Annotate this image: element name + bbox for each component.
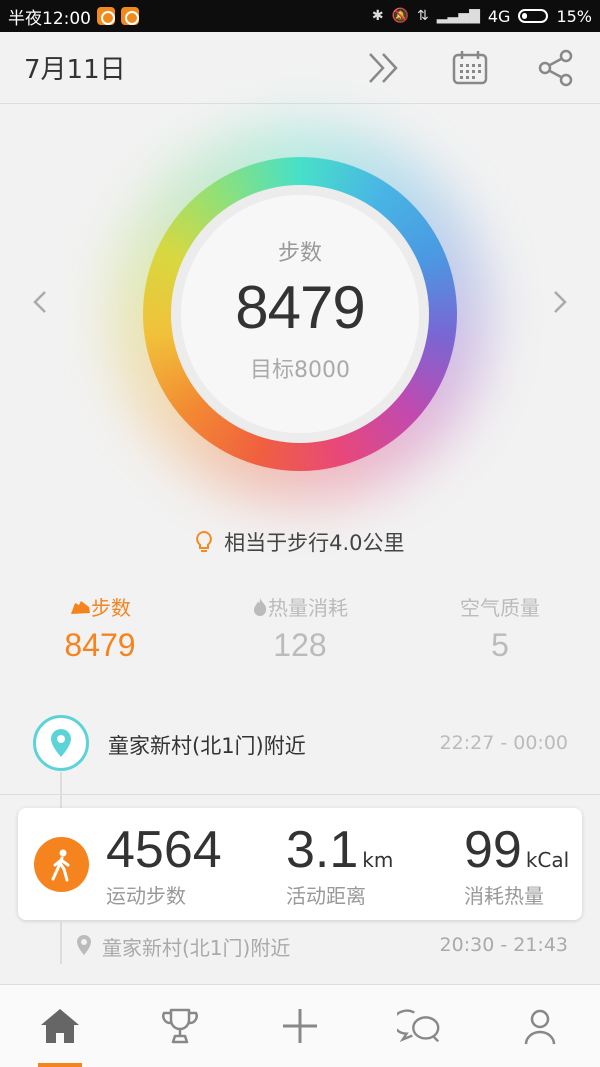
stat-air-label: 空气质量 [460, 596, 540, 620]
bluetooth-icon: ✱ [371, 8, 384, 24]
battery-icon [518, 9, 549, 23]
metric-steps-label: 运动步数 [106, 884, 186, 908]
signal-icon: ▂▃▅▇ [436, 8, 480, 24]
chat-icon[interactable] [397, 1003, 443, 1049]
divider [0, 794, 600, 795]
chevron-right-icon[interactable] [548, 282, 572, 322]
data-transfer-icon: ⇅ [417, 8, 429, 24]
stat-calories-label: 热量消耗 [268, 596, 348, 620]
battery-percent: 15% [556, 6, 592, 26]
stat-air-quality[interactable]: 空气质量 5 [440, 592, 560, 664]
share-icon[interactable] [536, 48, 576, 88]
lightbulb-icon [195, 530, 220, 555]
chevron-left-icon[interactable] [28, 282, 52, 322]
plus-icon[interactable] [277, 1003, 323, 1049]
flame-icon [254, 598, 267, 616]
mute-icon: 🔕 [391, 8, 410, 24]
status-bar-left: 半夜12:00 [8, 4, 139, 29]
step-ring-area: 步数 8479 目标8000 [0, 104, 600, 524]
location-pin-icon [33, 715, 89, 771]
home-icon[interactable] [37, 1003, 83, 1049]
metric-calories-label: 消耗热量 [464, 884, 544, 908]
ring-goal: 目标8000 [250, 358, 350, 383]
distance-tip: 相当于步行4.0公里 [0, 527, 600, 557]
location-2-time: 20:30 - 21:43 [439, 934, 568, 956]
notification-alarm-icon [121, 7, 139, 25]
network-type: 4G [487, 6, 511, 26]
shoe-icon [71, 601, 90, 614]
ring-label: 步数 [277, 241, 322, 266]
notification-app-icon [97, 7, 115, 25]
ring-center[interactable]: 步数 8479 目标8000 [181, 195, 419, 433]
metric-distance-unit: km [362, 848, 394, 872]
stat-air-value: 5 [491, 627, 509, 663]
status-bar-right: ✱ 🔕 ⇅ ▂▃▅▇ 4G 15% [372, 7, 592, 26]
timeline-location-1[interactable]: 童家新村(北1门)附近 22:27 - 00:00 [0, 712, 600, 774]
calendar-icon[interactable] [450, 48, 490, 88]
timeline-location-2[interactable]: 童家新村(北1门)附近 20:30 - 21:43 [0, 928, 600, 964]
metric-steps-value: 4564 [106, 821, 222, 879]
top-toolbar: 7月11日 [0, 32, 600, 104]
metric-calories: 99 kCal 消耗热量 [464, 822, 569, 909]
timeline-connector [60, 772, 62, 808]
metric-steps: 4564 运动步数 [106, 822, 222, 909]
double-chevron-right-icon[interactable] [364, 48, 404, 88]
small-location-pin-icon [76, 934, 92, 960]
metric-distance-value: 3.1 [286, 821, 359, 879]
stat-steps-value: 8479 [64, 627, 136, 663]
profile-icon[interactable] [517, 1003, 563, 1049]
stats-row: 步数 8479 热量消耗 128 空气质量 5 [0, 592, 600, 672]
metric-distance: 3.1 km 活动距离 [286, 822, 393, 909]
date-title[interactable]: 7月11日 [24, 49, 318, 86]
ring-step-count: 8479 [235, 274, 365, 341]
stat-calories[interactable]: 热量消耗 128 [230, 592, 370, 664]
location-1-name: 童家新村(北1门)附近 [108, 734, 306, 758]
status-bar: 半夜12:00 ✱ 🔕 ⇅ ▂▃▅▇ 4G 15% [0, 0, 600, 32]
activity-card[interactable]: 4564 运动步数 3.1 km 活动距离 99 kCal 消耗热量 [18, 808, 582, 920]
location-2-name: 童家新村(北1门)附近 [102, 936, 291, 960]
status-time: 半夜12:00 [8, 8, 91, 29]
tip-text: 相当于步行4.0公里 [224, 531, 405, 555]
metric-calories-unit: kCal [525, 848, 570, 872]
location-1-time: 22:27 - 00:00 [439, 732, 568, 754]
nav-active-indicator [38, 1063, 82, 1067]
stat-calories-value: 128 [273, 627, 327, 663]
stat-steps[interactable]: 步数 8479 [50, 592, 150, 664]
metric-distance-label: 活动距离 [286, 884, 366, 908]
walking-person-icon [34, 837, 89, 892]
bottom-nav [0, 984, 600, 1067]
metric-calories-value: 99 [464, 821, 522, 879]
stat-steps-label: 步数 [91, 596, 131, 620]
trophy-icon[interactable] [157, 1003, 203, 1049]
